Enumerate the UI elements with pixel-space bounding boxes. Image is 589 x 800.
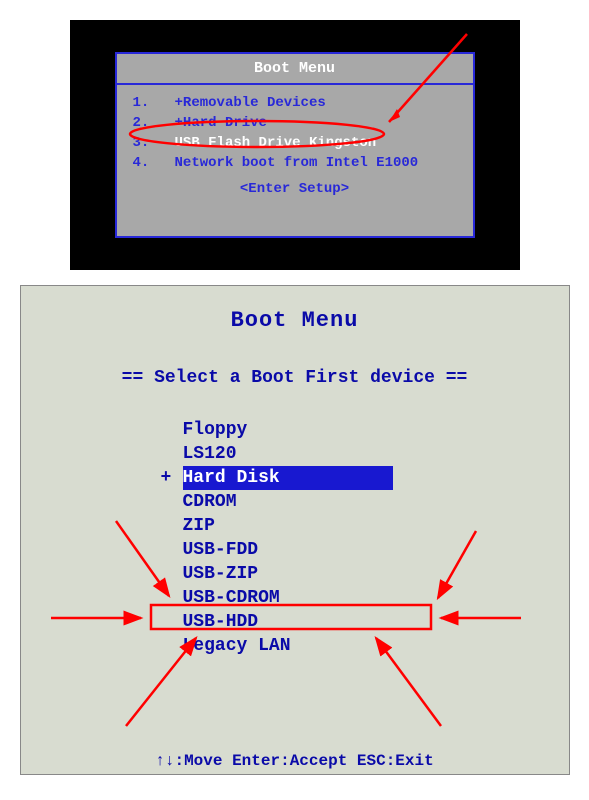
boot-device-item[interactable]: CDROM [183, 490, 569, 514]
boot-menu-box: Boot Menu 1. +Removable Devices 2. +Hard… [115, 52, 475, 238]
boot-device-item[interactable]: Floppy [183, 418, 569, 442]
boot-menu-subtitle: == Select a Boot First device == [21, 333, 569, 388]
boot-device-list: Floppy LS120 +Hard Disk CDROM ZIP USB-FD… [21, 388, 569, 658]
boot-device-item[interactable]: ZIP [183, 514, 569, 538]
boot-menu-list: 1. +Removable Devices 2. +Hard Drive 3. … [117, 85, 473, 205]
boot-device-item[interactable]: Legacy LAN [183, 634, 569, 658]
boot-device-item[interactable]: USB-FDD [183, 538, 569, 562]
boot-device-item[interactable]: USB-CDROM [183, 586, 569, 610]
boot-device-item[interactable]: LS120 [183, 442, 569, 466]
enter-setup[interactable]: <Enter Setup> [133, 173, 457, 197]
bios-panel-2: Boot Menu == Select a Boot First device … [20, 285, 570, 775]
boot-device-item[interactable]: USB-ZIP [183, 562, 569, 586]
boot-item-selected[interactable]: 3. USB Flash Drive Kingston [133, 133, 457, 153]
boot-device-item-emphasized[interactable]: USB-HDD [183, 610, 569, 634]
help-footer: ↑↓:Move Enter:Accept ESC:Exit [21, 752, 569, 770]
bios-panel-1: Boot Menu 1. +Removable Devices 2. +Hard… [70, 20, 520, 270]
boot-item[interactable]: 1. +Removable Devices [133, 93, 457, 113]
boot-menu-title-2: Boot Menu [21, 286, 569, 333]
boot-device-item-selected[interactable]: +Hard Disk [183, 466, 393, 490]
boot-menu-title: Boot Menu [117, 54, 473, 85]
boot-item[interactable]: 2. +Hard Drive [133, 113, 457, 133]
boot-item[interactable]: 4. Network boot from Intel E1000 [133, 153, 457, 173]
